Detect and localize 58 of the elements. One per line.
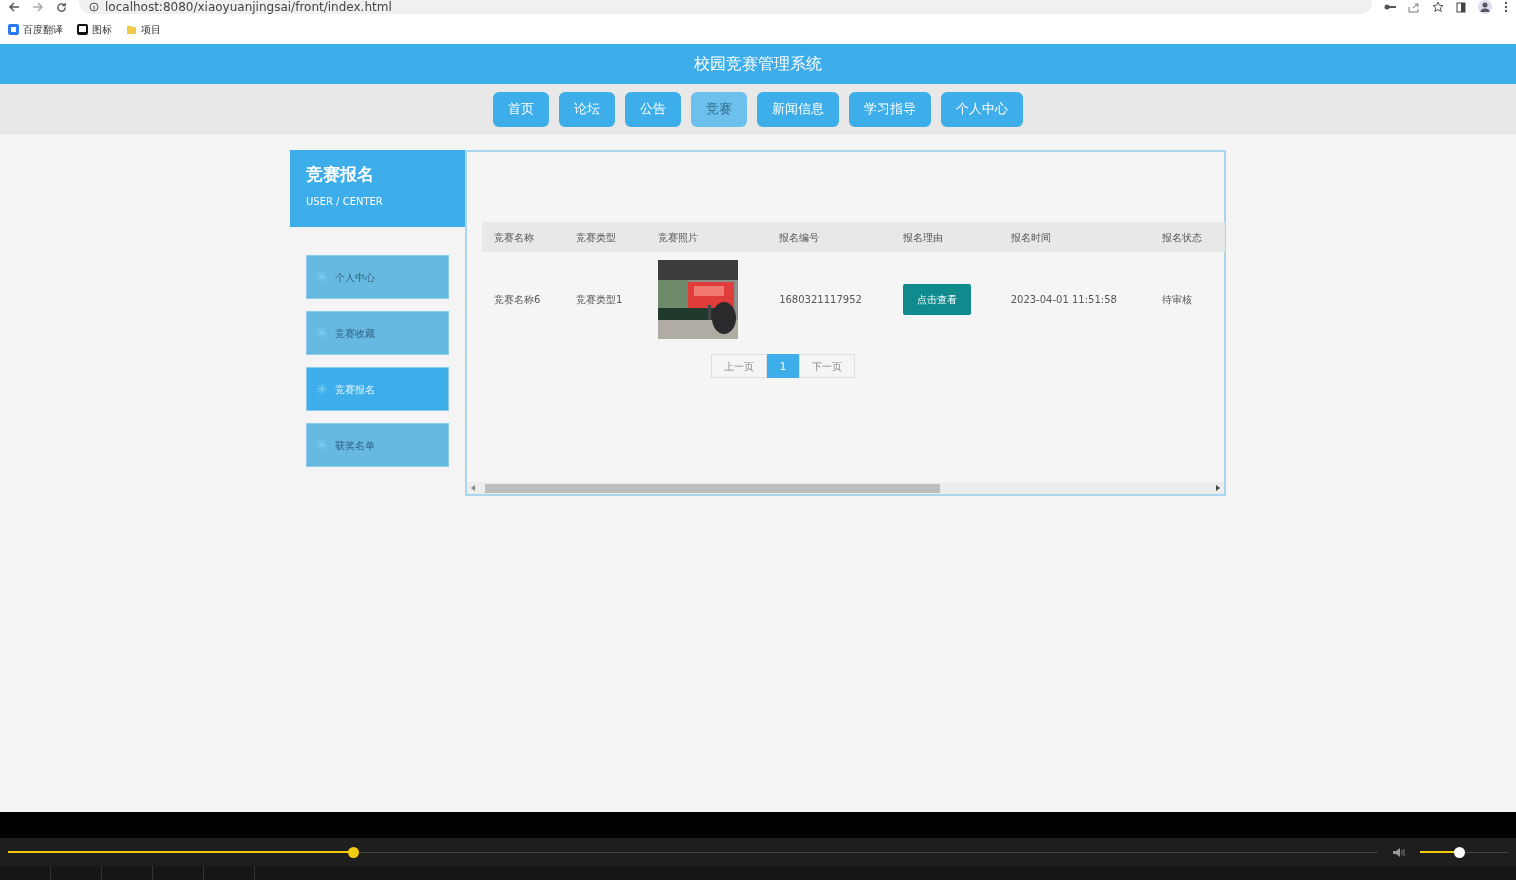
snowflake-icon xyxy=(317,328,327,338)
nav-button[interactable]: 首页 xyxy=(493,91,549,127)
table-cell: 竞赛名称6 xyxy=(482,252,564,346)
scroll-left-icon[interactable] xyxy=(471,485,475,491)
prev-page-button[interactable]: 上一页 xyxy=(710,354,767,378)
nav-button[interactable]: 新闻信息 xyxy=(757,91,839,127)
back-icon[interactable] xyxy=(8,2,20,12)
column-header: 报名理由 xyxy=(891,222,999,252)
address-bar[interactable]: localhost:8080/xiaoyuanjingsai/front/index.html xyxy=(79,0,1372,14)
star-icon[interactable] xyxy=(1432,1,1444,13)
url-text: localhost:8080/xiaoyuanjingsai/front/index.html xyxy=(105,1,392,13)
table-cell: 1680321117952 xyxy=(767,252,892,346)
view-button[interactable]: 点击查看 xyxy=(903,283,972,315)
page-button[interactable]: 1 xyxy=(766,354,800,378)
sidebar-item[interactable]: 个人中心 xyxy=(306,255,449,299)
folder-icon xyxy=(126,23,137,35)
column-header: 报名编号 xyxy=(767,222,892,252)
sidebar-title: 竞赛报名 xyxy=(306,163,375,186)
table-cell: 2023-04-01 11:51:58 xyxy=(998,252,1151,346)
table-cell: 竞赛类型1 xyxy=(564,252,646,346)
column-header: 竞赛名称 xyxy=(482,222,564,252)
sidebar-item[interactable]: 获奖名单 xyxy=(306,423,449,467)
scroll-right-icon[interactable] xyxy=(1216,485,1220,491)
bookmark[interactable]: 项目 xyxy=(126,21,161,37)
snowflake-icon xyxy=(317,384,327,394)
sidebar-item[interactable]: 竞赛收藏 xyxy=(306,311,449,355)
column-header: 报名时间 xyxy=(998,222,1151,252)
reload-icon[interactable] xyxy=(56,1,67,13)
translate-icon xyxy=(8,23,19,35)
snowflake-icon xyxy=(317,272,327,282)
image-icon xyxy=(77,23,88,35)
nav-button[interactable]: 竞赛 xyxy=(691,91,747,127)
scrollbar-thumb[interactable] xyxy=(485,483,940,493)
sidebar-item[interactable]: 竞赛报名 xyxy=(306,367,449,411)
sidebar-icon[interactable] xyxy=(1456,1,1466,13)
info-icon xyxy=(89,2,99,12)
nav-button[interactable]: 个人中心 xyxy=(941,91,1023,127)
column-header: 报名状态 xyxy=(1150,222,1225,252)
nav-button[interactable]: 论坛 xyxy=(559,91,615,127)
key-icon[interactable] xyxy=(1384,3,1396,11)
sidebar-subtitle: USER / CENTER xyxy=(306,194,384,209)
menu-icon[interactable] xyxy=(1504,1,1508,13)
column-header: 竞赛类型 xyxy=(564,222,646,252)
nav-button[interactable]: 公告 xyxy=(625,91,681,127)
column-header: 竞赛照片 xyxy=(645,222,768,252)
horizontal-scrollbar[interactable] xyxy=(467,482,1224,494)
table-cell: 待审核 xyxy=(1150,252,1225,346)
volume-icon[interactable] xyxy=(1392,846,1406,858)
nav-button[interactable]: 学习指导 xyxy=(849,91,931,127)
share-icon[interactable] xyxy=(1408,1,1420,13)
snowflake-icon xyxy=(317,440,327,450)
profile-icon[interactable] xyxy=(1478,0,1492,14)
next-page-button[interactable]: 下一页 xyxy=(799,354,856,378)
bookmark[interactable]: 图标 xyxy=(77,21,112,37)
slider-thumb[interactable] xyxy=(347,846,359,858)
bookmark[interactable]: 百度翻译 xyxy=(8,21,63,37)
slider-thumb[interactable] xyxy=(1453,846,1465,858)
site-title: 校园竞赛管理系统 xyxy=(694,53,822,75)
